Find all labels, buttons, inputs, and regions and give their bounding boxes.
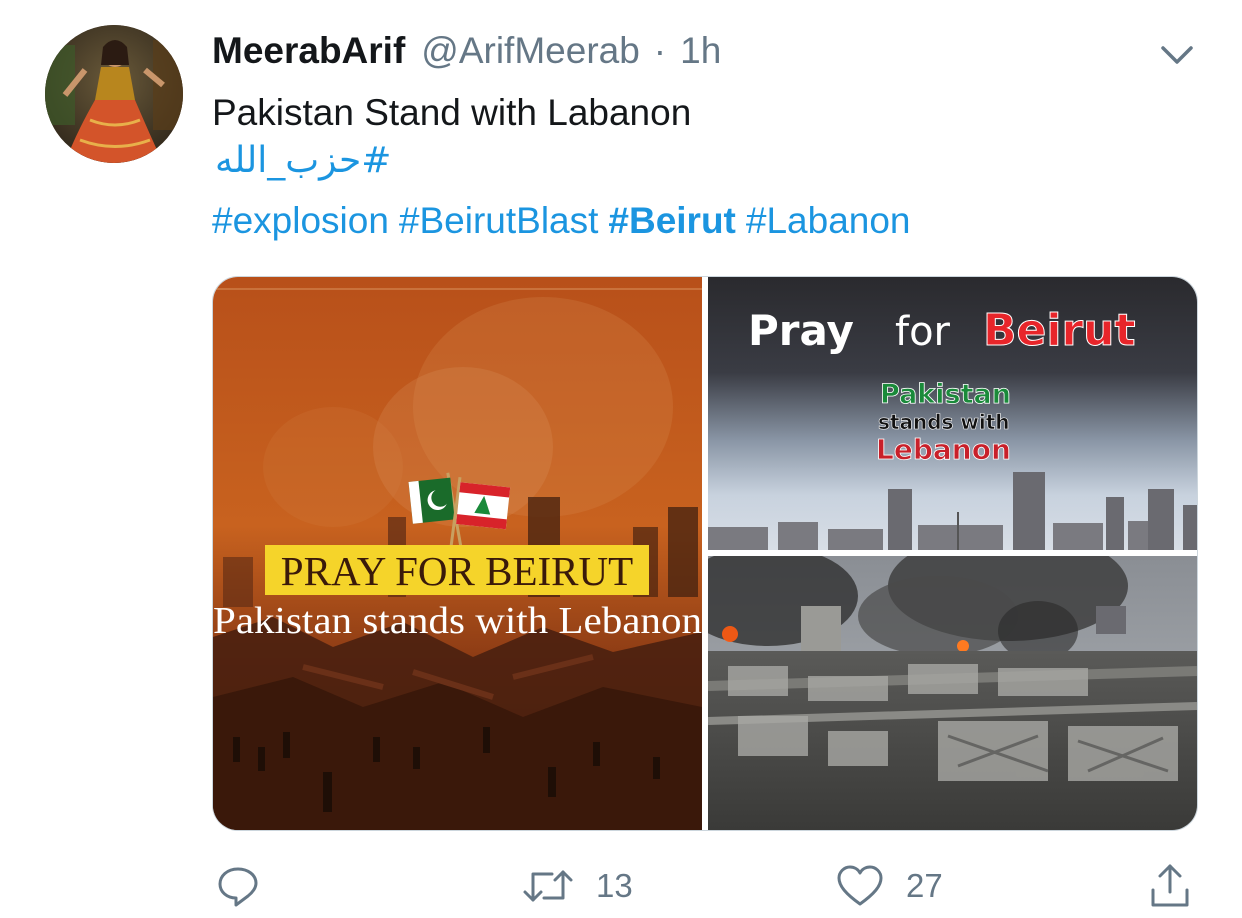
image2-beirut-text: Beirut — [983, 305, 1136, 356]
image2-pakistan-text: Pakistan — [880, 379, 1011, 410]
hashtag-beirutblast[interactable]: #BeirutBlast — [399, 200, 599, 241]
image2-stands-with-text: stands with — [878, 410, 1010, 434]
image2-for-text: for — [895, 309, 951, 355]
hashtag-urdu[interactable]: #حزب_الله — [215, 140, 391, 181]
image2-pray-text: Pray — [748, 306, 854, 355]
retweet-button[interactable]: 13 — [522, 864, 633, 908]
separator-dot: · — [653, 30, 667, 71]
tweet-header: MeerabArif @ArifMeerab · 1h — [212, 30, 721, 72]
hashtag-labanon[interactable]: #Labanon — [746, 200, 911, 241]
share-icon — [1151, 864, 1189, 907]
media-grid: PRAY FOR BEIRUT Pakistan stands with Leb… — [212, 276, 1198, 831]
reply-button[interactable] — [216, 864, 282, 908]
image2-lebanon-text: Lebanon — [876, 433, 1011, 466]
hashtag-beirut[interactable]: #Beirut — [608, 200, 735, 241]
retweet-count: 13 — [596, 867, 633, 904]
reply-icon — [218, 867, 258, 907]
tweet-text: Pakistan Stand with Labanon — [212, 92, 692, 133]
media-image-3[interactable] — [708, 556, 1197, 830]
media-image-2[interactable]: Pray for Beirut Pakistan stands with Leb… — [708, 277, 1197, 550]
avatar-image — [45, 25, 183, 163]
like-button[interactable]: 27 — [836, 864, 943, 908]
chevron-down-icon[interactable] — [1155, 38, 1199, 72]
action-bar: 13 27 — [0, 862, 1242, 912]
hashtag-explosion[interactable]: #explosion — [212, 200, 389, 241]
retweet-icon — [523, 870, 573, 902]
heart-icon — [837, 865, 883, 906]
avatar[interactable] — [45, 25, 183, 163]
media-image-1[interactable]: PRAY FOR BEIRUT Pakistan stands with Leb… — [213, 277, 702, 830]
share-button[interactable] — [1148, 862, 1192, 910]
hashtags: #explosion #BeirutBlast #Beirut #Labanon — [212, 200, 921, 242]
tweet-time[interactable]: 1h — [680, 30, 721, 72]
user-handle[interactable]: @ArifMeerab — [421, 30, 640, 72]
image1-banner-text: PRAY FOR BEIRUT — [281, 548, 633, 594]
display-name[interactable]: MeerabArif — [212, 30, 405, 72]
like-count: 27 — [906, 867, 943, 904]
image1-subtitle-text: Pakistan stands with Lebanon — [213, 600, 702, 642]
